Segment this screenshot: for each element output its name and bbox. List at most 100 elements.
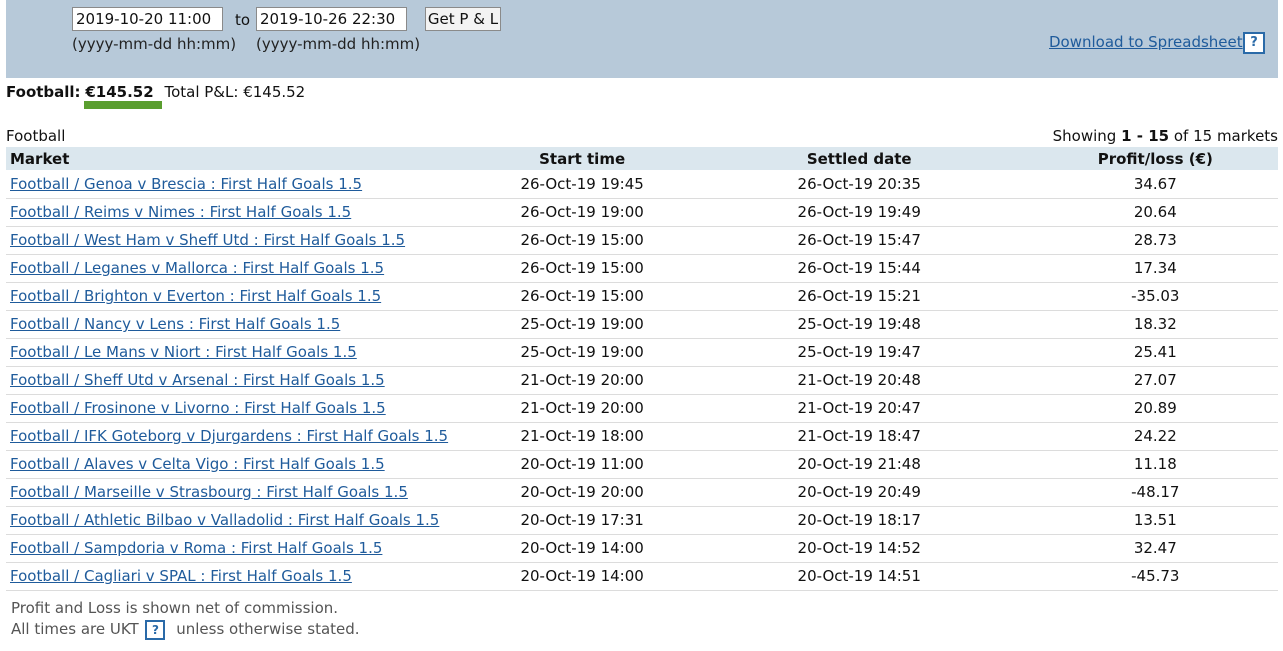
- settled-date-cell: 26-Oct-19 15:21: [797, 287, 921, 305]
- market-cell: Football / Brighton v Everton : First Ha…: [6, 282, 478, 310]
- table-row: Football / Brighton v Everton : First Ha…: [6, 282, 1278, 310]
- table-row: Football / Reims v Nimes : First Half Go…: [6, 198, 1278, 226]
- settled-date-cell: 21-Oct-19 20:47: [797, 399, 921, 417]
- profit-loss-cell: 20.89: [1133, 399, 1177, 417]
- selected-sport-indicator: [84, 101, 162, 109]
- pl-summary: Football: €145.52 Total P&L: €145.52: [6, 83, 305, 101]
- profit-loss-cell: 27.07: [1133, 371, 1177, 389]
- market-cell: Football / Leganes v Mallorca : First Ha…: [6, 254, 478, 282]
- settled-date-cell: 20-Oct-19 14:52: [797, 539, 921, 557]
- market-link[interactable]: Football / Frosinone v Livorno : First H…: [10, 399, 386, 417]
- start-time-cell: 21-Oct-19 20:00: [520, 399, 644, 417]
- settled-date-cell: 20-Oct-19 21:48: [797, 455, 921, 473]
- profit-loss-cell: 17.34: [1133, 259, 1177, 277]
- profit-loss-cell: 25.41: [1133, 343, 1177, 361]
- profit-loss-cell: -35.03: [1131, 287, 1180, 305]
- market-link[interactable]: Football / Cagliari v SPAL : First Half …: [10, 567, 352, 585]
- settled-date-cell: 21-Oct-19 18:47: [797, 427, 921, 445]
- to-date-input[interactable]: [256, 7, 407, 31]
- market-link[interactable]: Football / Genoa v Brescia : First Half …: [10, 175, 362, 193]
- market-cell: Football / Sampdoria v Roma : First Half…: [6, 534, 478, 562]
- start-time-cell: 26-Oct-19 15:00: [520, 287, 644, 305]
- market-cell: Football / Reims v Nimes : First Half Go…: [6, 198, 478, 226]
- market-link[interactable]: Football / West Ham v Sheff Utd : First …: [10, 231, 405, 249]
- table-row: Football / Alaves v Celta Vigo : First H…: [6, 450, 1278, 478]
- total-label: Total P&L:: [164, 83, 239, 101]
- market-cell: Football / Marseille v Strasbourg : Firs…: [6, 478, 478, 506]
- commission-note: Profit and Loss is shown net of commissi…: [11, 599, 339, 617]
- start-time-cell: 20-Oct-19 17:31: [520, 511, 644, 529]
- market-link[interactable]: Football / IFK Goteborg v Djurgardens : …: [10, 427, 448, 445]
- start-time-cell: 26-Oct-19 19:45: [520, 174, 644, 193]
- market-cell: Football / West Ham v Sheff Utd : First …: [6, 226, 478, 254]
- showing-suffix: of 15 markets: [1173, 127, 1278, 145]
- profit-loss-cell: 32.47: [1133, 539, 1177, 557]
- settled-date-cell: 25-Oct-19 19:48: [797, 315, 921, 333]
- profit-loss-cell: -45.73: [1131, 567, 1180, 585]
- market-link[interactable]: Football / Athletic Bilbao v Valladolid …: [10, 511, 439, 529]
- table-row: Football / West Ham v Sheff Utd : First …: [6, 226, 1278, 254]
- settled-date-cell: 26-Oct-19 20:35: [797, 174, 921, 193]
- table-row: Football / Sheff Utd v Arsenal : First H…: [6, 366, 1278, 394]
- settled-date-cell: 25-Oct-19 19:47: [797, 343, 921, 361]
- sport-label: Football:: [6, 83, 81, 101]
- start-time-cell: 20-Oct-19 14:00: [520, 567, 644, 585]
- market-cell: Football / Alaves v Celta Vigo : First H…: [6, 450, 478, 478]
- profit-loss-cell: -48.17: [1131, 483, 1180, 501]
- start-time-cell: 20-Oct-19 11:00: [520, 455, 644, 473]
- market-link[interactable]: Football / Le Mans v Niort : First Half …: [10, 343, 357, 361]
- table-row: Football / Marseille v Strasbourg : Firs…: [6, 478, 1278, 506]
- profit-loss-cell: 13.51: [1133, 511, 1177, 529]
- settled-date-cell: 20-Oct-19 20:49: [797, 483, 921, 501]
- table-row: Football / Leganes v Mallorca : First Ha…: [6, 254, 1278, 282]
- table-header-row: Market Start time Settled date Profit/lo…: [6, 147, 1278, 170]
- market-link[interactable]: Football / Brighton v Everton : First Ha…: [10, 287, 381, 305]
- market-link[interactable]: Football / Leganes v Mallorca : First Ha…: [10, 259, 384, 277]
- market-cell: Football / Sheff Utd v Arsenal : First H…: [6, 366, 478, 394]
- showing-range: 1 - 15: [1121, 127, 1170, 145]
- market-cell: Football / Le Mans v Niort : First Half …: [6, 338, 478, 366]
- header-start-time[interactable]: Start time: [478, 147, 685, 170]
- market-cell: Football / Nancy v Lens : First Half Goa…: [6, 310, 478, 338]
- table-row: Football / Frosinone v Livorno : First H…: [6, 394, 1278, 422]
- timezone-prefix: All times are UKT: [11, 620, 139, 638]
- settled-date-cell: 21-Oct-19 20:48: [797, 371, 921, 389]
- market-link[interactable]: Football / Sampdoria v Roma : First Half…: [10, 539, 382, 557]
- table-row: Football / Athletic Bilbao v Valladolid …: [6, 506, 1278, 534]
- timezone-note: All times are UKT ? unless otherwise sta…: [11, 619, 360, 640]
- pl-table: Market Start time Settled date Profit/lo…: [6, 147, 1278, 591]
- settled-date-cell: 20-Oct-19 18:17: [797, 511, 921, 529]
- settled-date-cell: 26-Oct-19 15:47: [797, 231, 921, 249]
- table-row: Football / Nancy v Lens : First Half Goa…: [6, 310, 1278, 338]
- settled-date-cell: 26-Oct-19 19:49: [797, 203, 921, 221]
- start-time-cell: 21-Oct-19 20:00: [520, 371, 644, 389]
- table-row: Football / Le Mans v Niort : First Half …: [6, 338, 1278, 366]
- header-market[interactable]: Market: [6, 147, 478, 170]
- start-time-cell: 20-Oct-19 14:00: [520, 539, 644, 557]
- get-pl-button[interactable]: Get P & L: [425, 7, 501, 31]
- table-row: Football / Cagliari v SPAL : First Half …: [6, 562, 1278, 590]
- download-spreadsheet-link[interactable]: Download to Spreadsheet ?: [1049, 32, 1265, 54]
- help-icon[interactable]: ?: [145, 619, 166, 640]
- footer-notes: Profit and Loss is shown net of commissi…: [11, 598, 360, 640]
- help-icon[interactable]: ?: [1243, 32, 1265, 54]
- market-link[interactable]: Football / Nancy v Lens : First Half Goa…: [10, 315, 340, 333]
- market-link[interactable]: Football / Alaves v Celta Vigo : First H…: [10, 455, 385, 473]
- filter-bar: to Get P & L (yyyy-mm-dd hh:mm) (yyyy-mm…: [6, 0, 1278, 78]
- market-cell: Football / Athletic Bilbao v Valladolid …: [6, 506, 478, 534]
- market-link[interactable]: Football / Sheff Utd v Arsenal : First H…: [10, 371, 385, 389]
- sport-amount: €145.52: [85, 83, 154, 101]
- start-time-cell: 26-Oct-19 15:00: [520, 231, 644, 249]
- start-time-cell: 21-Oct-19 18:00: [520, 427, 644, 445]
- market-link[interactable]: Football / Reims v Nimes : First Half Go…: [10, 203, 351, 221]
- to-label: to: [235, 11, 251, 29]
- header-settled-date[interactable]: Settled date: [686, 147, 1033, 170]
- start-time-cell: 26-Oct-19 15:00: [520, 259, 644, 277]
- settled-date-cell: 26-Oct-19 15:44: [797, 259, 921, 277]
- download-label[interactable]: Download to Spreadsheet: [1049, 33, 1243, 51]
- profit-loss-cell: 34.67: [1133, 174, 1177, 193]
- header-profit-loss[interactable]: Profit/loss (€): [1033, 147, 1278, 170]
- market-link[interactable]: Football / Marseille v Strasbourg : Firs…: [10, 483, 408, 501]
- from-date-input[interactable]: [72, 7, 223, 31]
- from-format-hint: (yyyy-mm-dd hh:mm): [72, 35, 237, 53]
